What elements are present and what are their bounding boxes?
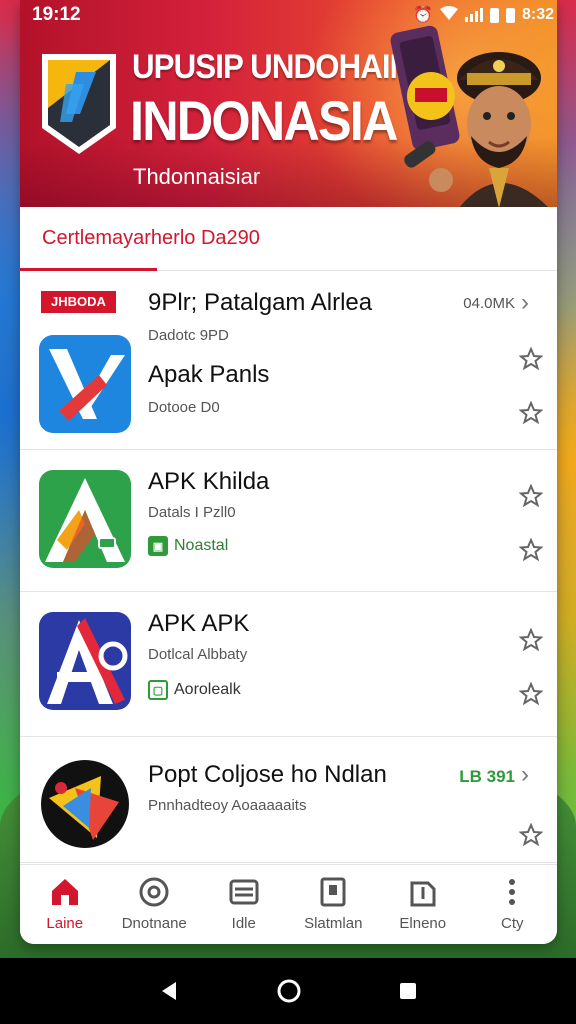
star-icon[interactable]	[519, 682, 543, 706]
star-icon[interactable]	[519, 628, 543, 652]
app-title: 9Plr; Patalgam Alrlea	[148, 289, 373, 316]
wifi-icon	[439, 5, 458, 25]
banner-subtitle: Thdonnaisiar	[133, 164, 261, 189]
category-badge: ▢ Aorolealk	[148, 680, 241, 700]
badge-icon: ▣	[148, 536, 168, 556]
app-name: Apak Panls	[148, 361, 270, 388]
bottom-navigation: Laine Dnotnane Idle Slatmlan Elneno Cty	[20, 864, 557, 944]
section-title: Certlemayarherlo Da290	[42, 227, 260, 249]
app-title: Popt Coljose ho Ndlan	[148, 761, 387, 788]
app-title: APK Khilda	[148, 468, 270, 495]
alarm-icon: ⏰	[413, 7, 433, 24]
store-card: UPUSIP UNDOHAIN INDONASIA Thdonnaisiar C…	[20, 0, 557, 944]
app-size: LB 391	[459, 767, 515, 786]
nav-label: Dnotnane	[121, 915, 187, 932]
nav-label: Idle	[231, 915, 256, 932]
nav-downloads[interactable]: Elneno	[378, 865, 468, 944]
app-subtitle: Pnnhadteoy Aoaaaaaits	[148, 797, 307, 814]
status-clock: 8:32	[521, 6, 554, 23]
app-name-subtitle: Dotooe D0	[148, 399, 220, 416]
nav-status[interactable]: Slatmlan	[289, 865, 379, 944]
app-title: APK APK	[148, 610, 250, 637]
more-vert-icon	[509, 879, 516, 905]
app-subtitle: Dadotc 9PD	[148, 327, 229, 344]
nav-label: Cty	[501, 915, 524, 932]
battery-icon-2	[505, 7, 515, 23]
clipboard-icon	[320, 877, 346, 907]
status-time: 19:12	[32, 4, 81, 25]
nav-label: Elneno	[399, 915, 447, 932]
recents-icon[interactable]	[398, 981, 418, 1001]
section-header[interactable]: Certlemayarherlo Da290	[20, 207, 557, 271]
home-button-icon[interactable]	[276, 978, 302, 1004]
nav-label: Laine	[46, 915, 84, 932]
app-icon-apk-apk	[39, 612, 131, 710]
app-size: 04.0MK	[463, 295, 515, 312]
nav-label: Slatmlan	[304, 915, 363, 932]
mascot-illustration	[390, 25, 548, 207]
chevron-right-icon[interactable]: ›	[521, 761, 541, 788]
search-circle-icon	[139, 877, 169, 907]
promo-tag: JHBODA	[41, 291, 116, 313]
back-icon[interactable]	[158, 980, 180, 1002]
banner-title-line2: INDONASIA	[130, 89, 398, 152]
star-icon[interactable]	[519, 538, 543, 562]
nav-home[interactable]: Laine	[20, 865, 110, 944]
banner-title-line1: UPUSIP UNDOHAIN	[132, 48, 412, 86]
star-icon[interactable]	[519, 401, 543, 425]
system-navigation-bar	[0, 958, 576, 1024]
hero-banner: UPUSIP UNDOHAIN INDONASIA Thdonnaisiar	[20, 0, 557, 207]
app-icon-popt-coljose	[41, 760, 129, 848]
list-item[interactable]: Popt Coljose ho Ndlan Pnnhadteoy Aoaaaaa…	[20, 737, 557, 863]
status-icons: ⏰ 8:32	[413, 5, 554, 25]
download-box-icon	[410, 881, 436, 907]
status-bar: 19:12 ⏰ 8:32	[0, 0, 576, 30]
category-badge: ▣ Noastal	[148, 536, 228, 556]
star-icon[interactable]	[519, 484, 543, 508]
app-icon-apak-panls	[39, 335, 131, 433]
nav-files[interactable]: Idle	[199, 865, 289, 944]
list-item[interactable]: JHBODA 9Plr; Patalgam Alrlea Dadotc 9PD …	[20, 271, 557, 450]
signal-icon	[464, 8, 483, 22]
battery-icon	[489, 7, 499, 23]
star-icon[interactable]	[519, 823, 543, 847]
app-logo-icon	[42, 54, 116, 154]
app-icon-apk-khilda	[39, 470, 131, 568]
folder-icon	[229, 879, 259, 905]
app-subtitle: Dotlcal Albbaty	[148, 646, 248, 663]
home-icon	[51, 879, 78, 905]
list-item[interactable]: APK APK Dotlcal Albbaty ▢ Aorolealk	[20, 592, 557, 737]
chevron-right-icon[interactable]: ›	[521, 289, 541, 316]
list-item[interactable]: APK Khilda Datals I Pzll0 ▣ Noastal	[20, 450, 557, 592]
app-subtitle: Datals I Pzll0	[148, 504, 236, 521]
badge-icon: ▢	[148, 680, 168, 700]
nav-search[interactable]: Dnotnane	[110, 865, 200, 944]
nav-more[interactable]: Cty	[468, 865, 558, 944]
star-icon[interactable]	[519, 347, 543, 371]
